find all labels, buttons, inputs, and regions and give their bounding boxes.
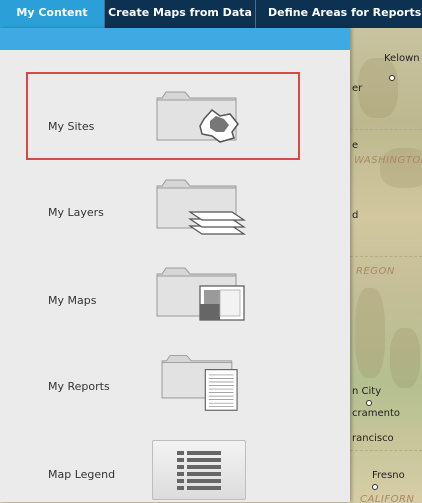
map-label-oregon: REGON: [356, 266, 395, 277]
my-content-panel: My Sites My Layers My Maps My Reports Ma…: [0, 28, 350, 502]
panel-item-label: My Reports: [48, 380, 110, 393]
map-label-washington: WASHINGTON: [354, 155, 422, 166]
folder-layers-icon: [156, 179, 246, 235]
panel-header-strip: [0, 28, 350, 50]
map-label: er: [352, 83, 363, 94]
tab-create-maps-from-data[interactable]: Create Maps from Data: [105, 0, 255, 28]
map-label: e: [352, 140, 359, 151]
city-marker: [389, 75, 395, 81]
map-label-san-francisco: rancisco: [352, 433, 394, 444]
legend-button[interactable]: [152, 440, 246, 500]
city-marker: [372, 484, 378, 490]
legend-icon: [177, 451, 221, 490]
map-label-carson-city: n City: [352, 386, 382, 397]
panel-item-label: My Sites: [48, 120, 95, 133]
folder-maps-icon: [156, 267, 245, 321]
city-marker: [366, 400, 372, 406]
panel-item-label: Map Legend: [48, 468, 116, 481]
folder-reports-icon: [161, 355, 238, 411]
panel-item-label: My Layers: [48, 206, 104, 219]
tab-divider: [255, 0, 256, 28]
map-label: d: [352, 210, 359, 221]
map-label-kelowna: Kelown: [384, 53, 420, 64]
top-tab-bar: My Content Create Maps from Data Define …: [0, 0, 422, 28]
map-label-california: CALIFORN: [360, 494, 415, 502]
panel-item-label: My Maps: [48, 294, 97, 307]
tab-my-content[interactable]: My Content: [0, 0, 104, 28]
map-label-sacramento: cramento: [352, 408, 401, 419]
folder-sites-icon: [156, 91, 239, 143]
tab-define-areas-for-reports[interactable]: Define Areas for Reports: [268, 0, 421, 28]
map-label-fresno: Fresno: [372, 470, 405, 481]
map-view[interactable]: Kelown er e WASHINGTON d REGON n City cr…: [350, 28, 422, 502]
